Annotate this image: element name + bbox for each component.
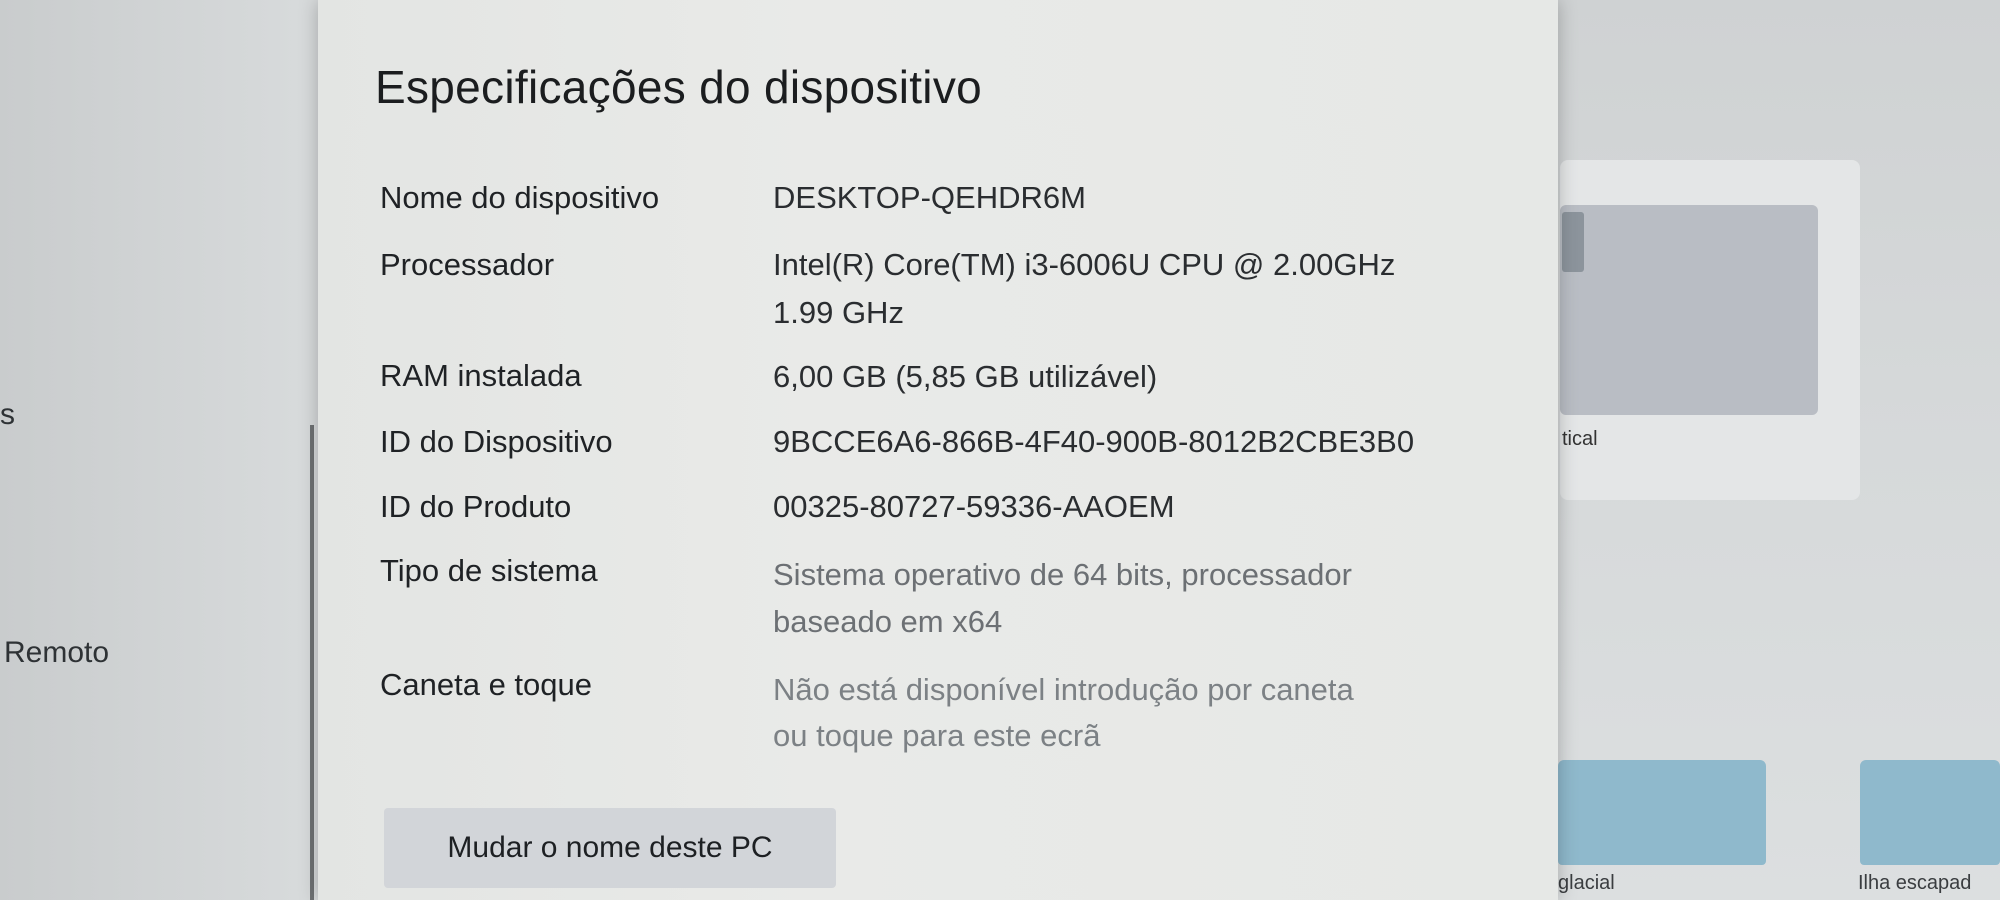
- spec-label-ram: RAM instalada: [380, 358, 582, 393]
- spec-label-pen-touch: Caneta e toque: [380, 667, 593, 702]
- spec-label-device-name: Nome do dispositivo: [380, 180, 660, 215]
- theme-thumbnail-label: tical: [1562, 428, 1598, 450]
- theme-thumbnail-detail: [1562, 212, 1584, 272]
- folder-label: glacial: [1558, 872, 1615, 894]
- spec-value-system-type-line2: baseado em x64: [773, 604, 1003, 639]
- spec-value-processor-speed: 1.99 GHz: [773, 295, 904, 330]
- spec-value-ram: 6,00 GB (5,85 GB utilizável): [773, 359, 1158, 394]
- spec-label-device-id: ID do Dispositivo: [380, 424, 613, 459]
- folder-icon[interactable]: [1558, 760, 1766, 865]
- spec-label-processor: Processador: [380, 247, 555, 282]
- rename-pc-button[interactable]: Mudar o nome deste PC: [384, 808, 836, 888]
- spec-value-pen-touch: Não está disponível introdução por canet…: [773, 672, 1354, 707]
- spec-value-system-type: Sistema operativo de 64 bits, processado…: [773, 557, 1352, 592]
- sidebar-divider: [310, 425, 314, 900]
- sidebar-item-remote[interactable]: Remoto: [4, 636, 109, 670]
- settings-sidebar-background: [0, 0, 318, 900]
- sidebar-text-fragment: s: [0, 398, 15, 431]
- spec-label-system-type: Tipo de sistema: [380, 553, 598, 588]
- folder-icon[interactable]: [1860, 760, 2000, 865]
- dialog-title: Especificações do dispositivo: [375, 61, 983, 113]
- spec-value-pen-touch-line2: ou toque para este ecrã: [773, 718, 1101, 753]
- spec-label-product-id: ID do Produto: [380, 489, 572, 524]
- spec-value-processor: Intel(R) Core(TM) i3-6006U CPU @ 2.00GHz: [773, 247, 1396, 282]
- spec-value-device-id: 9BCCE6A6-866B-4F40-900B-8012B2CBE3B0: [773, 424, 1415, 459]
- spec-value-device-name: DESKTOP-QEHDR6M: [773, 180, 1086, 215]
- folder-label: Ilha escapad: [1858, 872, 1972, 894]
- theme-thumbnail-preview: [1560, 205, 1818, 415]
- spec-value-product-id: 00325-80727-59336-AAOEM: [773, 489, 1175, 524]
